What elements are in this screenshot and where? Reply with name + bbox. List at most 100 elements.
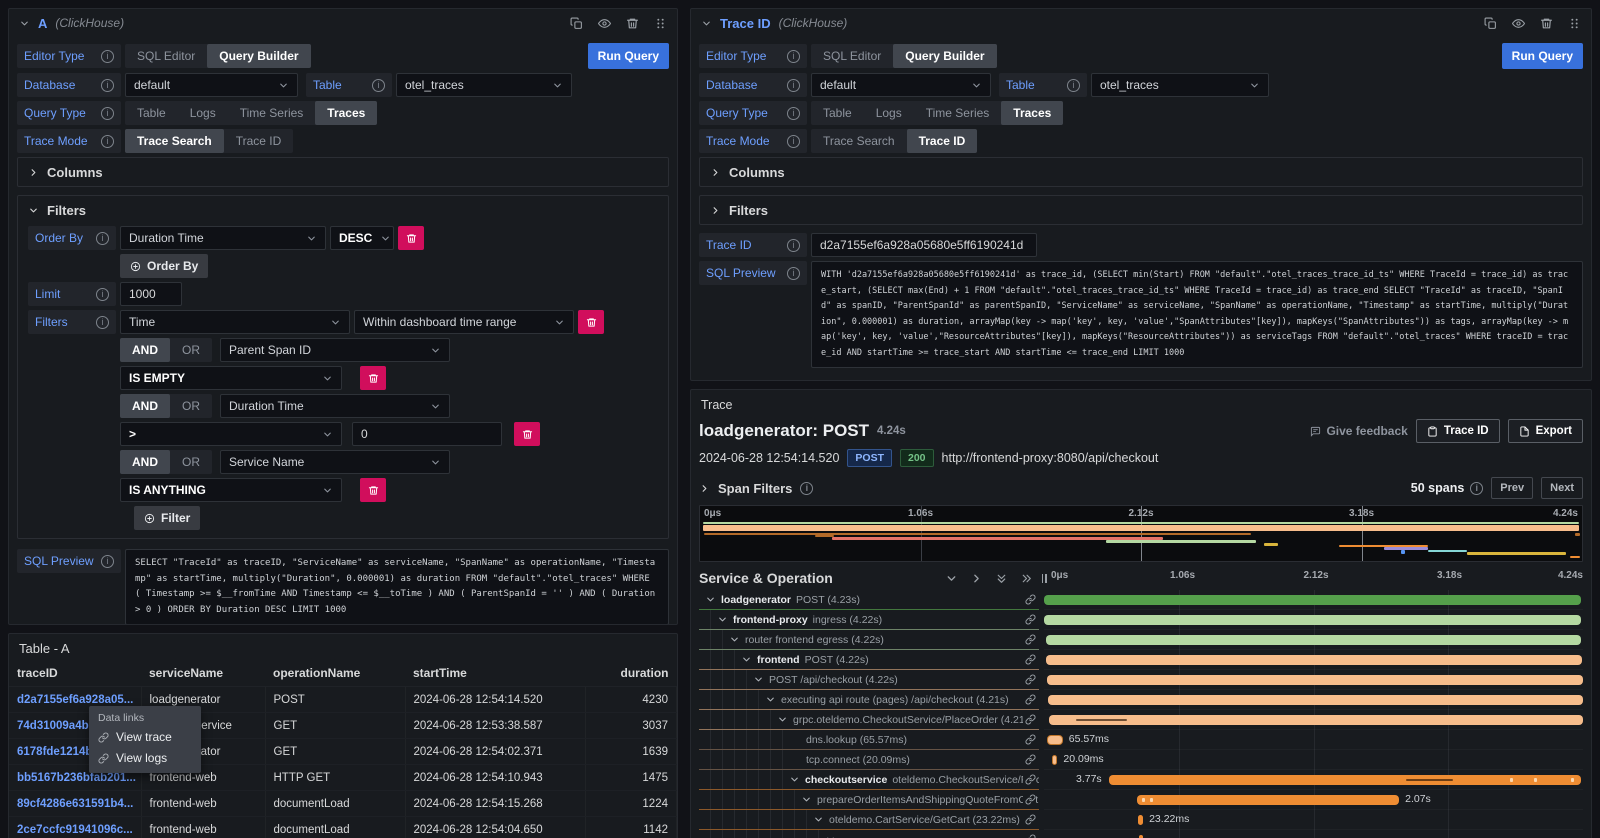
- remove-order-by-button[interactable]: [398, 226, 424, 250]
- span-row[interactable]: POST /api/checkout (4.22s): [699, 670, 1583, 690]
- query-builder-option[interactable]: Query Builder: [893, 44, 996, 68]
- col-servicename[interactable]: serviceName: [141, 660, 265, 687]
- filter-operator-select[interactable]: IS EMPTY: [120, 366, 342, 390]
- link-icon[interactable]: [1023, 694, 1036, 705]
- filters-section-header[interactable]: Filters: [700, 196, 1582, 224]
- span-row[interactable]: tcp.connect (20.09ms) 20.09ms: [699, 750, 1583, 770]
- span-name-cell[interactable]: frontend-proxyingress (4.22s): [699, 610, 1039, 630]
- bool-operator-toggle[interactable]: ANDOR: [120, 450, 212, 474]
- viewport-handle[interactable]: [1362, 506, 1363, 561]
- query-type-logs[interactable]: Logs: [178, 101, 228, 125]
- or-option[interactable]: OR: [170, 338, 212, 362]
- link-icon[interactable]: [1023, 674, 1036, 685]
- span-name-cell[interactable]: router frontend egress (4.22s): [699, 630, 1039, 650]
- span-bar[interactable]: [1137, 795, 1399, 805]
- duplicate-icon[interactable]: [1484, 17, 1497, 30]
- query-type-traces[interactable]: Traces: [315, 101, 377, 125]
- drag-handle-icon[interactable]: [654, 17, 667, 30]
- chevron-down-icon[interactable]: [741, 654, 752, 665]
- chevron-right-icon[interactable]: [970, 572, 983, 585]
- database-select[interactable]: default: [125, 73, 298, 97]
- filter-field-select[interactable]: Duration Time: [220, 394, 450, 418]
- delete-query-icon[interactable]: [626, 17, 639, 30]
- trace-id-option[interactable]: Trace ID: [224, 129, 294, 153]
- span-bar[interactable]: [1046, 655, 1582, 665]
- copy-trace-id-button[interactable]: Trace ID: [1416, 419, 1500, 443]
- prev-button[interactable]: Prev: [1491, 477, 1533, 499]
- filter-operator-select[interactable]: >: [120, 422, 342, 446]
- span-bar[interactable]: [1052, 755, 1057, 765]
- span-name-cell[interactable]: tcp.connect (20.09ms): [699, 750, 1039, 770]
- editor-type-toggle[interactable]: SQL Editor Query Builder: [811, 44, 997, 68]
- column-resize-handle[interactable]: [1039, 574, 1049, 583]
- span-row[interactable]: [699, 830, 1583, 838]
- span-row[interactable]: dns.lookup (65.57ms) 65.57ms: [699, 730, 1583, 750]
- chevron-down-icon[interactable]: [765, 694, 776, 705]
- link-icon[interactable]: [1023, 814, 1036, 825]
- add-query-button[interactable]: Add query: [699, 380, 795, 381]
- chevron-down-icon[interactable]: [813, 814, 824, 825]
- filter-value-input[interactable]: [352, 422, 502, 446]
- chevron-down-icon[interactable]: [789, 774, 800, 785]
- table-row[interactable]: 89cf4286e631591b4...frontend-webdocument…: [9, 791, 677, 817]
- panel-a-header[interactable]: A (ClickHouse): [9, 9, 677, 37]
- panel-trace-id-header[interactable]: Trace ID (ClickHouse): [691, 9, 1591, 37]
- col-traceid[interactable]: traceID: [9, 660, 141, 687]
- remove-filter-button[interactable]: [514, 422, 540, 446]
- table-row[interactable]: 2ce7ccfc91941096c...frontend-webdocument…: [9, 817, 677, 838]
- chevron-down-icon[interactable]: [717, 614, 728, 625]
- delete-query-icon[interactable]: [1540, 17, 1553, 30]
- span-bar[interactable]: [1138, 815, 1143, 825]
- next-button[interactable]: Next: [1541, 477, 1583, 499]
- run-query-button[interactable]: Run Query: [588, 43, 669, 69]
- link-icon[interactable]: [1023, 834, 1036, 838]
- span-row[interactable]: prepareOrderItemsAndShippingQuoteFromCar…: [699, 790, 1583, 810]
- filter-operator-select[interactable]: IS ANYTHING: [120, 478, 342, 502]
- col-duration[interactable]: duration: [585, 660, 677, 687]
- trace-mode-toggle[interactable]: Trace Search Trace ID: [125, 129, 293, 153]
- add-filter-button[interactable]: Filter: [134, 506, 200, 530]
- filter-range-select[interactable]: Within dashboard time range: [354, 310, 574, 334]
- span-row[interactable]: frontendPOST (4.22s): [699, 650, 1583, 670]
- link-icon[interactable]: [1023, 714, 1036, 725]
- remove-filter-button[interactable]: [360, 366, 386, 390]
- span-name-cell[interactable]: POST /api/checkout (4.22s): [699, 670, 1039, 690]
- query-type-timeseries[interactable]: Time Series: [228, 101, 316, 125]
- span-name-cell[interactable]: prepareOrderItemsAndShippingQuoteFromCar…: [699, 790, 1039, 810]
- double-chevron-down-icon[interactable]: [995, 572, 1008, 585]
- link-icon[interactable]: [1023, 734, 1036, 745]
- trace-link[interactable]: 2ce7ccfc91941096c...: [9, 817, 141, 838]
- span-row[interactable]: grpc.oteldemo.CheckoutService/PlaceOrder…: [699, 710, 1583, 730]
- span-row[interactable]: oteldemo.CartService/GetCart (23.22ms) 2…: [699, 810, 1583, 830]
- table-select[interactable]: otel_traces: [396, 73, 572, 97]
- span-bar[interactable]: [1047, 675, 1583, 685]
- col-starttime[interactable]: startTime: [405, 660, 585, 687]
- query-type-table[interactable]: Table: [811, 101, 864, 125]
- collapse-chevron-icon[interactable]: [19, 18, 30, 29]
- editor-type-toggle[interactable]: SQL Editor Query Builder: [125, 44, 311, 68]
- query-type-toggle[interactable]: Table Logs Time Series Traces: [125, 101, 377, 125]
- span-name-cell[interactable]: grpc.oteldemo.CheckoutService/PlaceOrder…: [699, 710, 1039, 730]
- span-bar[interactable]: [1109, 775, 1581, 785]
- span-row[interactable]: executing api route (pages) /api/checkou…: [699, 690, 1583, 710]
- sql-editor-option[interactable]: SQL Editor: [811, 44, 893, 68]
- query-type-logs[interactable]: Logs: [864, 101, 914, 125]
- trace-search-option[interactable]: Trace Search: [811, 129, 907, 153]
- span-bar[interactable]: [1046, 635, 1581, 645]
- trace-mode-toggle[interactable]: Trace Search Trace ID: [811, 129, 977, 153]
- col-operationname[interactable]: operationName: [265, 660, 405, 687]
- span-row[interactable]: frontend-proxyingress (4.22s): [699, 610, 1583, 630]
- span-name-cell[interactable]: oteldemo.CartService/GetCart (23.22ms): [699, 810, 1039, 830]
- or-option[interactable]: OR: [170, 450, 212, 474]
- chevron-down-icon[interactable]: [705, 594, 716, 605]
- chevron-down-icon[interactable]: [753, 674, 764, 685]
- span-name-cell[interactable]: executing api route (pages) /api/checkou…: [699, 690, 1039, 710]
- span-filters-header[interactable]: Span Filters i: [699, 481, 813, 496]
- double-chevron-right-icon[interactable]: [1020, 572, 1033, 585]
- and-option[interactable]: AND: [120, 338, 170, 362]
- chevron-down-icon[interactable]: [825, 834, 836, 838]
- duplicate-icon[interactable]: [570, 17, 583, 30]
- and-option[interactable]: AND: [120, 394, 170, 418]
- view-trace-link[interactable]: View trace: [98, 730, 192, 744]
- order-by-field-select[interactable]: Duration Time: [120, 226, 326, 250]
